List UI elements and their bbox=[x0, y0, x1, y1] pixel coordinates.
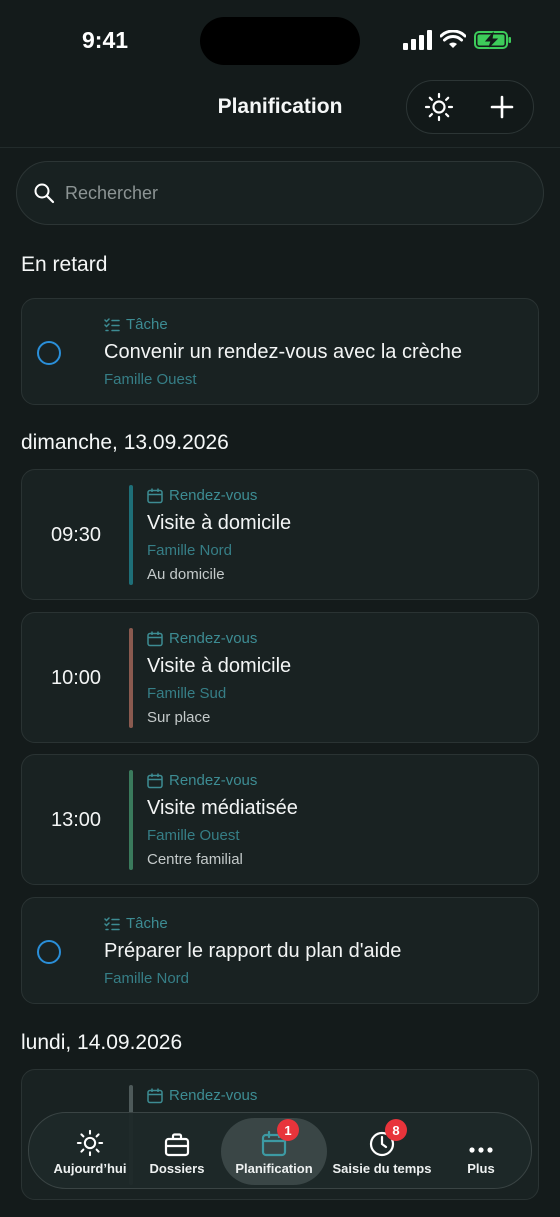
status-bar: 9:41 bbox=[0, 0, 560, 80]
plus-icon bbox=[490, 95, 513, 119]
notification-badge: 1 bbox=[277, 1119, 299, 1141]
sun-icon bbox=[76, 1129, 104, 1157]
tab-more[interactable]: Plus bbox=[445, 1113, 517, 1190]
tab-label: Saisie du temps bbox=[332, 1161, 432, 1176]
signal-icon bbox=[403, 30, 432, 50]
task-card[interactable]: Tâche Préparer le rapport du plan d'aide… bbox=[21, 897, 539, 1004]
appointment-time: 13:00 bbox=[50, 809, 102, 831]
checklist-icon bbox=[104, 317, 120, 331]
item-kind-label: Rendez-vous bbox=[169, 772, 258, 789]
tab-today[interactable]: Aujourd’hui bbox=[47, 1113, 133, 1190]
item-kind-label: Rendez-vous bbox=[169, 630, 258, 647]
item-place: Centre familial bbox=[147, 851, 243, 868]
item-title: Visite médiatisée bbox=[147, 797, 298, 819]
search-icon bbox=[34, 183, 55, 204]
tab-planification[interactable]: 1 Planification bbox=[221, 1118, 327, 1185]
item-title: Visite à domicile bbox=[147, 655, 292, 677]
appointment-color-bar bbox=[129, 770, 133, 870]
checklist-icon bbox=[104, 916, 120, 930]
item-kind-label: Rendez-vous bbox=[169, 487, 258, 504]
task-checkbox[interactable] bbox=[37, 341, 61, 365]
status-time: 9:41 bbox=[82, 27, 129, 53]
notification-badge: 8 bbox=[385, 1119, 407, 1141]
item-place: Au domicile bbox=[147, 566, 225, 583]
item-place: Sur place bbox=[147, 709, 211, 726]
appointment-card[interactable]: 09:30 Rendez-vous Visite à domicile Fami… bbox=[21, 469, 539, 600]
tab-time-entry[interactable]: 8 Saisie du temps bbox=[329, 1113, 435, 1190]
calendar-icon bbox=[147, 631, 163, 646]
tab-label: Planification bbox=[235, 1161, 313, 1176]
item-kind-label: Tâche bbox=[126, 316, 168, 333]
item-title: Préparer le rapport du plan d'aide bbox=[104, 940, 402, 962]
header-actions bbox=[406, 80, 534, 134]
item-family[interactable]: Famille Ouest bbox=[104, 371, 197, 388]
section-heading-overdue: En retard bbox=[21, 253, 108, 276]
search-input[interactable] bbox=[65, 182, 505, 204]
tab-label: Plus bbox=[467, 1161, 495, 1176]
item-family[interactable]: Famille Sud bbox=[147, 685, 226, 702]
task-checkbox[interactable] bbox=[37, 940, 61, 964]
item-kind: Rendez-vous bbox=[147, 630, 257, 647]
theme-toggle-button[interactable] bbox=[415, 83, 463, 131]
section-heading-date: dimanche, 13.09.2026 bbox=[21, 431, 229, 454]
tab-label: Aujourd’hui bbox=[53, 1161, 127, 1176]
tab-label: Dossiers bbox=[149, 1161, 205, 1176]
wifi-icon bbox=[440, 30, 466, 48]
item-family[interactable]: Famille Ouest bbox=[147, 827, 240, 844]
appointment-card[interactable]: 13:00 Rendez-vous Visite médiatisée Fami… bbox=[21, 754, 539, 885]
item-family[interactable]: Famille Nord bbox=[147, 542, 232, 559]
item-kind: Rendez-vous bbox=[147, 772, 257, 789]
more-icon bbox=[469, 1147, 493, 1153]
add-button[interactable] bbox=[478, 83, 526, 131]
item-title: Convenir un rendez-vous avec la crèche bbox=[104, 341, 462, 363]
appointment-color-bar bbox=[129, 485, 133, 585]
item-family[interactable]: Famille Nord bbox=[104, 970, 189, 987]
calendar-icon bbox=[147, 488, 163, 503]
item-kind: Rendez-vous bbox=[147, 1087, 257, 1104]
dynamic-island bbox=[200, 17, 360, 65]
navigation-header: Planification bbox=[0, 80, 560, 148]
calendar-icon bbox=[147, 773, 163, 788]
battery-charging-icon bbox=[474, 31, 511, 49]
item-title: Visite à domicile bbox=[147, 512, 292, 534]
calendar-icon bbox=[147, 1088, 163, 1103]
item-kind: Rendez-vous bbox=[147, 487, 257, 504]
appointment-time: 10:00 bbox=[50, 667, 102, 689]
status-icons bbox=[402, 30, 512, 50]
task-card[interactable]: Tâche Convenir un rendez-vous avec la cr… bbox=[21, 298, 539, 405]
item-kind-label: Rendez-vous bbox=[169, 1087, 258, 1104]
appointment-time: 09:30 bbox=[50, 524, 102, 546]
tab-bar: Aujourd’hui Dossiers 1 Planification 8 S… bbox=[28, 1112, 532, 1189]
item-kind-label: Tâche bbox=[126, 915, 168, 932]
briefcase-icon bbox=[164, 1133, 190, 1157]
appointment-card[interactable]: 10:00 Rendez-vous Visite à domicile Fami… bbox=[21, 612, 539, 743]
tab-dossiers[interactable]: Dossiers bbox=[139, 1113, 215, 1190]
appointment-color-bar bbox=[129, 628, 133, 728]
item-kind: Tâche bbox=[104, 316, 168, 333]
section-heading-date: lundi, 14.09.2026 bbox=[21, 1031, 183, 1054]
search-bar[interactable] bbox=[16, 161, 544, 225]
sun-icon bbox=[424, 92, 453, 122]
item-kind: Tâche bbox=[104, 915, 168, 932]
